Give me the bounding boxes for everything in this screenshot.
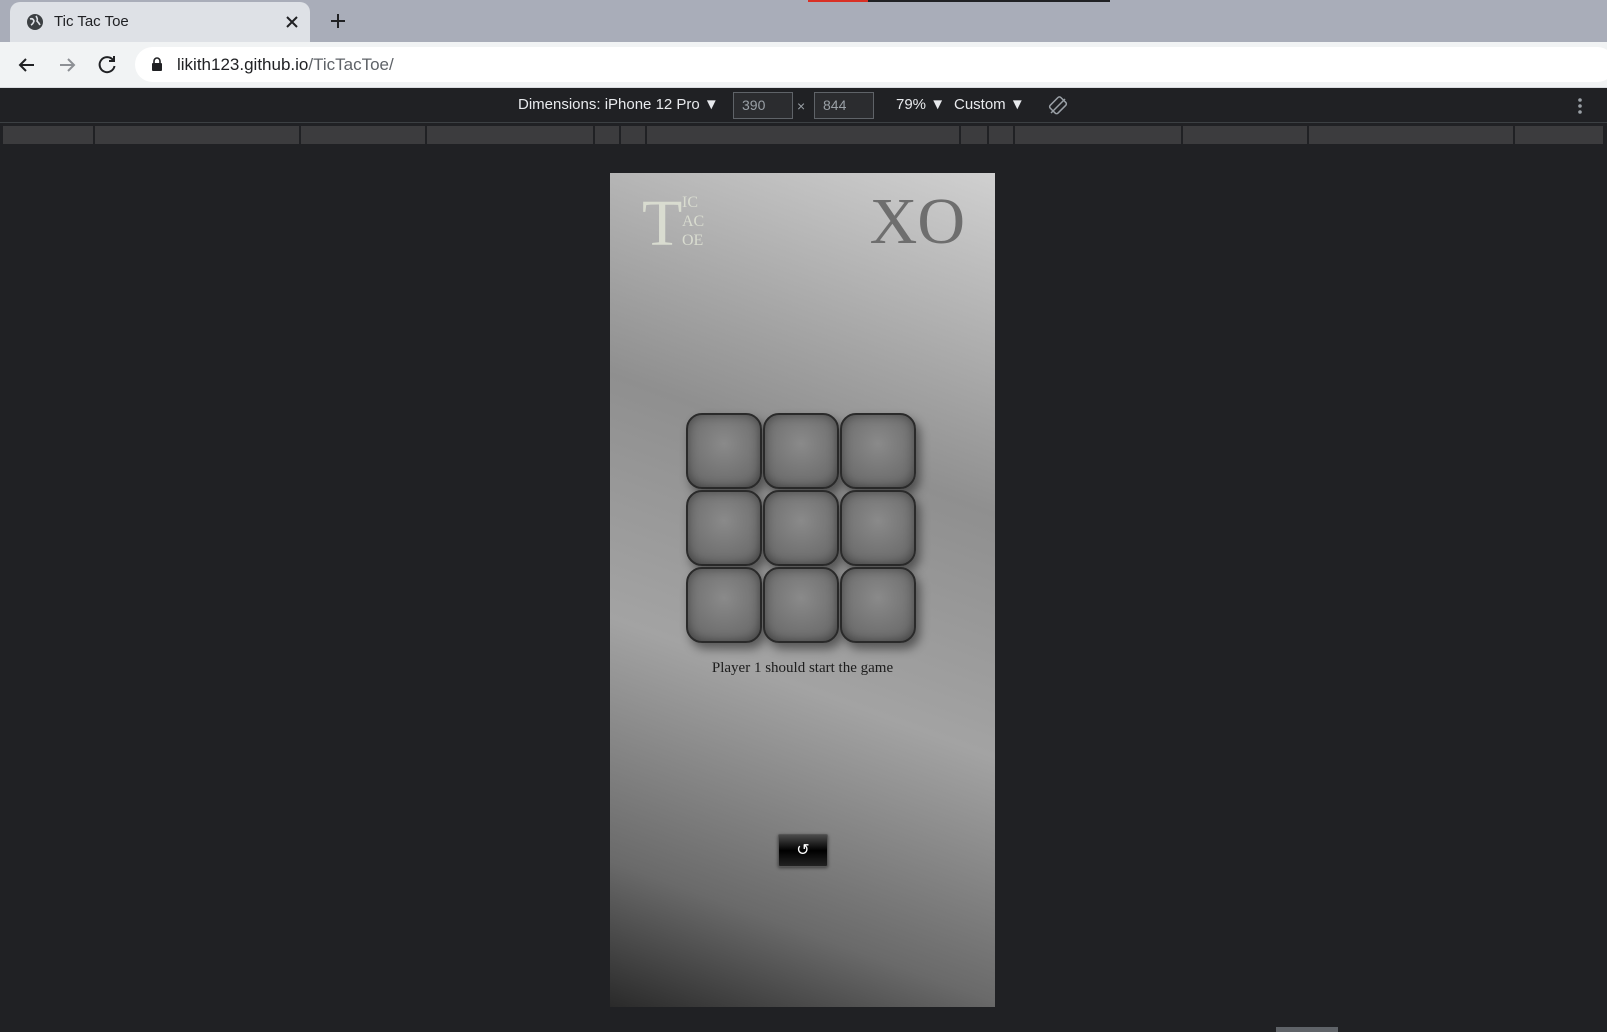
url-text: likith123.github.io/TicTacToe/	[177, 55, 394, 75]
forward-arrow-icon[interactable]	[53, 51, 81, 79]
board-cell[interactable]	[763, 490, 839, 566]
tab-title: Tic Tac Toe	[54, 13, 129, 30]
device-toolbar: Dimensions: iPhone 12 Pro ▼ 390 × 844 79…	[0, 88, 1607, 123]
logo-line: AC	[682, 213, 705, 230]
loading-bar-progress	[808, 0, 868, 2]
plus-icon[interactable]	[326, 9, 350, 33]
close-icon[interactable]	[280, 10, 304, 34]
board-cell[interactable]	[763, 413, 839, 489]
media-query-segment[interactable]	[1514, 126, 1604, 144]
media-query-segment[interactable]	[426, 126, 594, 144]
times-separator: ×	[797, 98, 806, 114]
rotate-icon[interactable]	[1048, 96, 1068, 116]
logo-big-letter: T	[642, 187, 683, 260]
media-query-segment[interactable]	[1308, 126, 1514, 144]
media-query-segment[interactable]	[300, 126, 426, 144]
game-board	[686, 413, 918, 645]
url-path: /TicTacToe/	[308, 55, 394, 74]
media-query-segment[interactable]	[1182, 126, 1308, 144]
browser-toolbar: likith123.github.io/TicTacToe/	[0, 42, 1607, 88]
logo-line: OE	[682, 232, 704, 249]
zoom-select[interactable]: 79% ▼	[896, 96, 945, 113]
board-cell[interactable]	[840, 490, 916, 566]
back-arrow-icon[interactable]	[13, 51, 41, 79]
reset-button[interactable]: ↺	[778, 834, 828, 867]
media-query-segment[interactable]	[988, 126, 1014, 144]
tab-strip: Tic Tac Toe	[0, 0, 1607, 42]
reload-icon[interactable]	[93, 51, 121, 79]
media-query-segment[interactable]	[94, 126, 300, 144]
lock-icon	[152, 57, 162, 71]
board-cell[interactable]	[763, 567, 839, 643]
media-query-segment[interactable]	[594, 126, 620, 144]
media-query-segment[interactable]	[1014, 126, 1182, 144]
media-query-segment[interactable]	[960, 126, 988, 144]
height-input[interactable]: 844	[814, 92, 874, 119]
media-query-segment[interactable]	[2, 126, 94, 144]
media-query-segment[interactable]	[620, 126, 646, 144]
board-cell[interactable]	[686, 413, 762, 489]
board-cell[interactable]	[840, 567, 916, 643]
media-query-segment[interactable]	[646, 126, 960, 144]
more-vert-icon[interactable]	[1576, 96, 1584, 116]
game-status-text: Player 1 should start the game	[711, 660, 894, 676]
browser-tab[interactable]: Tic Tac Toe	[10, 2, 310, 42]
width-input[interactable]: 390	[733, 92, 793, 119]
xo-mark: XO	[869, 185, 965, 258]
horizontal-scrollbar[interactable]	[1276, 1027, 1338, 1032]
url-host: likith123.github.io	[177, 55, 309, 74]
board-cell[interactable]	[686, 567, 762, 643]
address-bar[interactable]: likith123.github.io/TicTacToe/	[135, 47, 1607, 82]
logo-line: IC	[682, 194, 698, 211]
device-dimensions-select[interactable]: Dimensions: iPhone 12 Pro ▼	[518, 96, 719, 113]
board-cell[interactable]	[686, 490, 762, 566]
throttle-select[interactable]: Custom ▼	[954, 96, 1025, 113]
board-cell[interactable]	[840, 413, 916, 489]
media-query-bar	[0, 124, 1607, 146]
globe-icon	[27, 14, 43, 30]
device-viewport: T IC AC OE XO Player 1 should start the …	[610, 173, 995, 1007]
